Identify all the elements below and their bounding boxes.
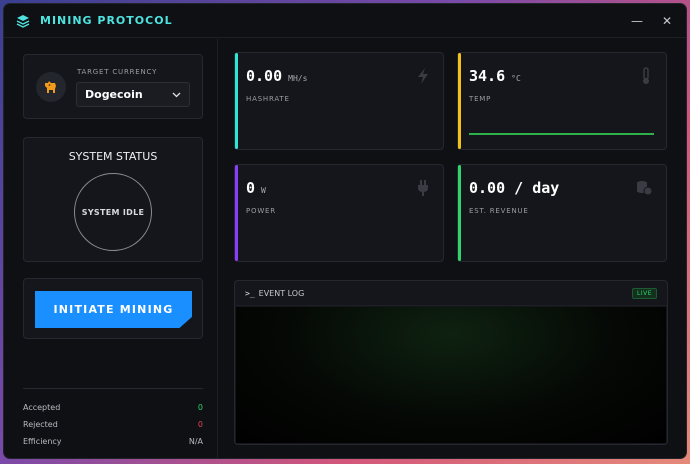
- stat-label: Rejected: [23, 420, 58, 429]
- bolt-icon: [418, 68, 428, 84]
- live-badge: LIVE: [631, 287, 657, 299]
- temp-graph-line: [469, 133, 654, 135]
- currency-select[interactable]: Dogecoin: [76, 82, 190, 107]
- revenue-card: 0.00 / day EST. REVENUE: [457, 164, 667, 262]
- app-title: MINING PROTOCOL: [40, 14, 173, 27]
- layers-logo-icon: [16, 14, 30, 28]
- hashrate-card: 0.00 MH/s HASHRATE: [234, 52, 444, 150]
- dog-icon: [36, 72, 66, 102]
- event-log-title: EVENT LOG: [258, 288, 305, 298]
- thermometer-icon: [643, 67, 649, 84]
- revenue-value: 0.00 / day: [469, 179, 560, 197]
- coins-icon: [637, 181, 653, 196]
- power-unit: W: [261, 186, 266, 195]
- currency-label: TARGET CURRENCY: [77, 68, 158, 76]
- chevron-down-icon: [172, 92, 181, 97]
- temp-unit: °C: [511, 74, 521, 83]
- event-log-output[interactable]: [236, 307, 666, 443]
- currency-card: TARGET CURRENCY Dogecoin: [23, 54, 203, 119]
- hashrate-value-row: 0.00 MH/s: [246, 67, 307, 85]
- close-button[interactable]: ✕: [660, 14, 674, 28]
- stats-list: Accepted 0 Rejected 0 Efficiency N/A: [23, 388, 203, 450]
- revenue-accent-bar: [458, 165, 461, 261]
- temp-label: TEMP: [469, 95, 492, 103]
- power-value-row: 0W: [246, 179, 266, 197]
- initiate-mining-button[interactable]: INITIATE MINING: [35, 291, 192, 328]
- minimize-button[interactable]: —: [630, 14, 644, 28]
- terminal-icon: >_: [245, 288, 255, 298]
- plug-icon: [418, 180, 428, 196]
- hashrate-value: 0.00: [246, 67, 283, 85]
- stat-rejected: Rejected 0: [23, 416, 203, 433]
- status-text: SYSTEM IDLE: [81, 207, 145, 217]
- event-log-header: >_ EVENT LOG LIVE: [235, 281, 667, 306]
- stat-label: Efficiency: [23, 437, 62, 446]
- status-indicator: SYSTEM IDLE: [74, 173, 152, 251]
- temp-value-row: 34.6 °C: [469, 67, 521, 85]
- app-window: MINING PROTOCOL — ✕ TARGET CURRENCY Doge…: [4, 4, 686, 458]
- hashrate-unit: MH/s: [288, 74, 308, 83]
- status-title: SYSTEM STATUS: [68, 150, 158, 163]
- revenue-label: EST. REVENUE: [469, 207, 529, 215]
- stat-label: Accepted: [23, 403, 61, 412]
- stat-value: 0: [197, 420, 203, 429]
- action-card: INITIATE MINING: [23, 278, 203, 339]
- temp-card: 34.6 °C TEMP: [457, 52, 667, 150]
- revenue-value-row: 0.00 / day: [469, 179, 559, 197]
- titlebar: MINING PROTOCOL — ✕: [4, 4, 686, 38]
- stat-accepted: Accepted 0: [23, 399, 203, 416]
- sidebar: TARGET CURRENCY Dogecoin SYSTEM STATUS S…: [4, 39, 218, 458]
- stat-efficiency: Efficiency N/A: [23, 433, 203, 450]
- power-value: 0: [246, 179, 256, 197]
- power-label: POWER: [246, 207, 276, 215]
- temp-accent-bar: [458, 53, 461, 149]
- stat-value: 0: [197, 403, 203, 412]
- currency-selected-value: Dogecoin: [85, 88, 143, 101]
- hashrate-accent-bar: [235, 53, 238, 149]
- power-card: 0W POWER: [234, 164, 444, 262]
- stat-value: N/A: [188, 437, 203, 446]
- temp-value: 34.6: [469, 67, 506, 85]
- power-accent-bar: [235, 165, 238, 261]
- hashrate-label: HASHRATE: [246, 95, 290, 103]
- event-log-panel: >_ EVENT LOG LIVE: [234, 280, 668, 445]
- status-card: SYSTEM STATUS SYSTEM IDLE: [23, 137, 203, 262]
